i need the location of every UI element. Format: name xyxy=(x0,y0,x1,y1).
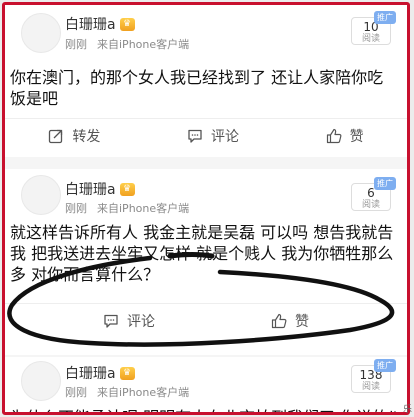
vip-crown-icon: ♛ xyxy=(119,366,135,380)
promo-tag: 推广 xyxy=(374,11,396,24)
post-meta: 刚刚 来自iPhone客户端 xyxy=(65,384,189,400)
like-icon xyxy=(271,313,287,328)
promo-tag: 推广 xyxy=(374,359,396,372)
weibo-post: 白珊珊a ♛ 刚刚 来自iPhone客户端 推广 10 阅读 你在澳门，的那个女人… xyxy=(5,5,407,157)
comment-button[interactable]: 评论 xyxy=(187,126,239,146)
like-button[interactable]: 赞 xyxy=(271,311,309,331)
vip-crown-icon: ♛ xyxy=(119,17,135,31)
repost-button[interactable]: 转发 xyxy=(48,126,100,146)
read-count-badge: 推广 6 阅读 xyxy=(351,177,396,211)
post-source: 来自iPhone客户端 xyxy=(97,38,190,51)
read-label: 阅读 xyxy=(361,34,380,44)
post-source: 来自iPhone客户端 xyxy=(97,202,190,215)
post-meta: 刚刚 来自iPhone客户端 xyxy=(65,36,189,52)
avatar[interactable] xyxy=(21,361,61,401)
comment-label: 评论 xyxy=(210,128,239,145)
repost-label: 转发 xyxy=(72,128,101,145)
post-time: 刚刚 xyxy=(65,38,87,51)
author-name[interactable]: 白珊珊a xyxy=(65,363,116,383)
post-text: 你在澳门，的那个女人我已经找到了 还让人家陪你吃饭是吧 xyxy=(10,68,384,108)
vip-crown-icon: ♛ xyxy=(119,182,135,196)
post-text: 就这样告诉所有人 我金主就是吴磊 可以吗 想告我就告我 把我送进去坐牢又怎样 就… xyxy=(10,223,394,284)
post-actions: 转发 评论 赞 xyxy=(5,118,407,152)
like-label: 赞 xyxy=(349,128,364,145)
promo-tag: 推广 xyxy=(374,177,396,190)
author-name[interactable]: 白珊珊a xyxy=(65,14,116,34)
post-source: 来自iPhone客户端 xyxy=(97,386,190,399)
like-label: 赞 xyxy=(295,313,309,330)
avatar[interactable] xyxy=(21,175,61,215)
author-row: 白珊珊a ♛ xyxy=(65,14,135,34)
post-time: 刚刚 xyxy=(65,202,87,215)
like-icon xyxy=(326,128,342,143)
post-actions: 评论 赞 xyxy=(5,303,407,337)
comment-icon xyxy=(104,314,118,328)
author-name[interactable]: 白珊珊a xyxy=(65,179,116,199)
repost-icon xyxy=(49,129,63,143)
like-button[interactable]: 赞 xyxy=(326,126,364,146)
side-glyph: 乐 xyxy=(403,405,413,415)
post-time: 刚刚 xyxy=(65,386,87,399)
weibo-post: 白珊珊a ♛ 刚刚来自iPhone客户端 推广 138 阅读 为什么不能承认呢 … xyxy=(5,357,407,412)
read-count-badge: 推广 138 阅读 xyxy=(351,359,396,393)
author-row: 白珊珊a ♛ xyxy=(65,179,135,199)
post-meta: 刚刚 来自iPhone客户端 xyxy=(65,200,189,216)
comment-icon xyxy=(188,129,202,143)
read-label: 阅读 xyxy=(361,382,380,392)
read-count-badge: 推广 10 阅读 xyxy=(351,11,396,45)
author-row: 白珊珊a ♛ xyxy=(65,363,135,383)
read-label: 阅读 xyxy=(361,200,380,210)
comment-label: 评论 xyxy=(127,313,155,330)
avatar[interactable] xyxy=(21,13,61,53)
screenshot-frame: 白珊珊a ♛ 刚刚 来自iPhone客户端 推广 10 阅读 你在澳门，的那个女人… xyxy=(2,2,410,415)
post-text: 为什么不能承认呢 明明有人在北京拍到我们了 你说的以后 xyxy=(10,407,399,412)
weibo-post: 白珊珊a ♛ 刚刚 来自iPhone客户端 推广 6 阅读 就这样告诉所有人 我金… xyxy=(5,169,407,355)
comment-button[interactable]: 评论 xyxy=(103,311,155,331)
